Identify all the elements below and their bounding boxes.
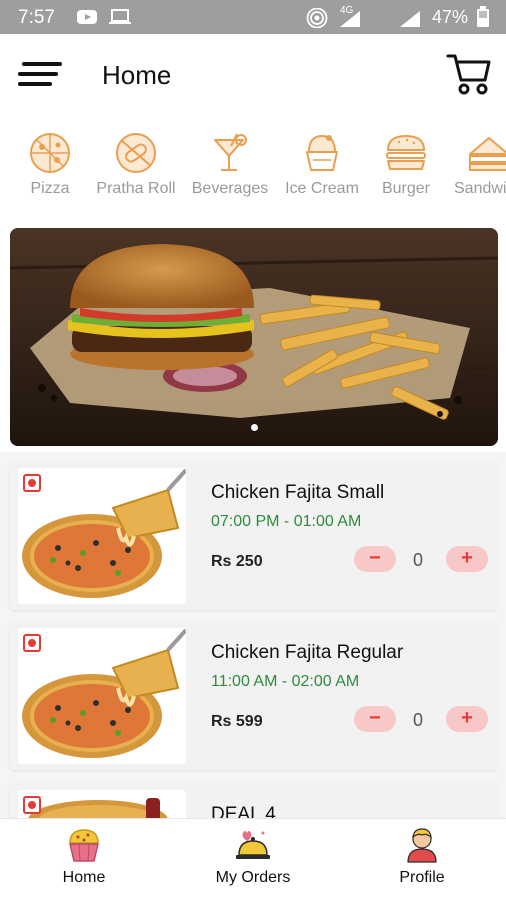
decrease-quantity-button[interactable]: − <box>354 706 396 732</box>
increase-quantity-button[interactable]: + <box>446 706 488 732</box>
category-label: Ice Cream <box>285 180 359 197</box>
burger-icon <box>386 134 426 170</box>
pratha-roll-icon <box>116 133 156 173</box>
product-list: Chicken Fajita Small 07:00 PM - 01:00 AM… <box>0 452 506 818</box>
quantity-value: 0 <box>413 710 424 730</box>
category-label: Beverages <box>191 180 269 197</box>
category-burger[interactable]: Burger <box>360 128 452 198</box>
product-image <box>18 790 186 818</box>
youtube-icon <box>77 10 97 24</box>
food-type-badge <box>23 634 41 652</box>
nav-label: My Orders <box>215 869 291 886</box>
food-tray-icon <box>236 831 270 859</box>
nav-home[interactable]: Home <box>0 827 168 887</box>
product-card[interactable]: Chicken Fajita Regular 11:00 AM - 02:00 … <box>9 620 498 770</box>
signal-icon-2 <box>400 11 420 27</box>
decrease-quantity-button[interactable]: − <box>354 546 396 572</box>
deal-image <box>28 798 168 818</box>
category-label: Pratha Roll <box>96 180 176 197</box>
nav-my-orders[interactable]: My Orders <box>169 827 337 887</box>
category-strip: Pizza Pratha Roll Beverages Ice Cream Bu… <box>0 128 506 218</box>
bottom-navigation: Home My Orders Profile <box>0 818 506 901</box>
category-label: Pizza <box>30 180 70 197</box>
product-image <box>18 628 186 764</box>
increase-quantity-button[interactable]: + <box>446 546 488 572</box>
page-title: Home <box>102 60 172 90</box>
category-ice-cream[interactable]: Ice Cream <box>276 128 368 198</box>
ice-cream-icon <box>306 134 338 171</box>
app-bar: Home <box>0 34 506 118</box>
battery-percent: 47% <box>432 7 469 27</box>
item-price: Rs 250 <box>211 553 263 570</box>
food-type-badge <box>23 474 41 492</box>
hamburger-menu-icon[interactable] <box>18 60 62 90</box>
category-pizza[interactable]: Pizza <box>4 128 96 198</box>
sandwich-icon <box>469 137 506 171</box>
quantity-value: 0 <box>413 550 424 570</box>
category-pratha-roll[interactable]: Pratha Roll <box>90 128 182 198</box>
status-bar: 7:57 4G 47% <box>0 0 506 34</box>
product-image <box>18 468 186 604</box>
pizza-image <box>22 628 186 758</box>
nav-profile[interactable]: Profile <box>338 827 506 887</box>
cupcake-icon <box>69 829 99 862</box>
category-sandwich[interactable]: Sandwi <box>442 128 506 198</box>
shopping-cart-icon[interactable] <box>446 52 492 96</box>
beverages-icon <box>214 133 247 171</box>
nav-label: Home <box>62 869 106 886</box>
battery-icon <box>477 6 489 27</box>
item-name: Chicken Fajita Regular <box>211 642 404 663</box>
promo-banner[interactable] <box>10 228 498 446</box>
food-type-badge <box>23 796 41 814</box>
status-time: 7:57 <box>18 7 55 28</box>
pizza-icon <box>30 133 70 173</box>
item-name: Chicken Fajita Small <box>211 482 385 503</box>
category-label: Burger <box>381 180 431 197</box>
burger-fries-banner-image <box>10 228 498 446</box>
product-card[interactable]: Chicken Fajita Small 07:00 PM - 01:00 AM… <box>9 460 498 610</box>
category-beverages[interactable]: Beverages <box>184 128 276 198</box>
user-avatar-icon <box>407 828 437 863</box>
laptop-icon <box>109 9 131 24</box>
carousel-indicator-dot[interactable] <box>251 424 258 431</box>
signal-icon <box>340 11 360 27</box>
nav-label: Profile <box>399 869 445 886</box>
product-card[interactable]: DEAL 4 <box>9 782 498 818</box>
item-price: Rs 599 <box>211 713 263 730</box>
category-label: Sandwi <box>454 180 506 197</box>
hotspot-icon <box>306 8 328 28</box>
item-name: DEAL 4 <box>211 804 276 818</box>
item-time: 11:00 AM - 02:00 AM <box>211 673 360 690</box>
item-time: 07:00 PM - 01:00 AM <box>211 513 362 530</box>
pizza-image <box>22 468 186 598</box>
